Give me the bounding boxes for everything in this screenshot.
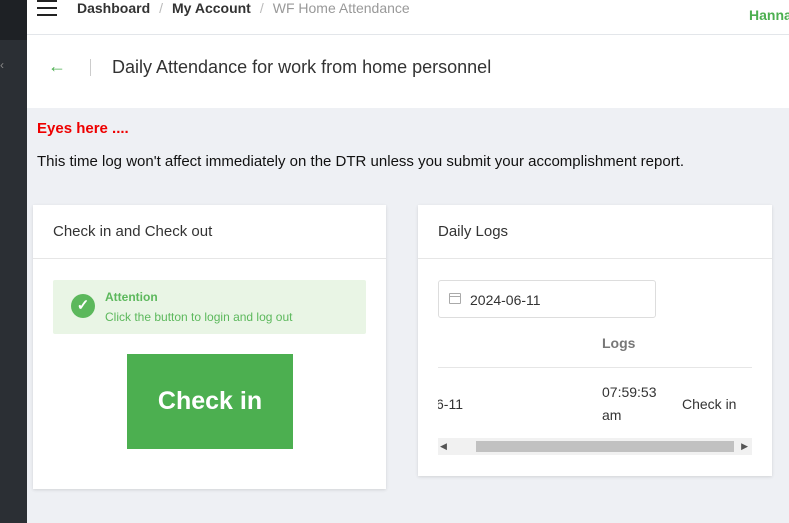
attention-alert: ✓ Attention Click the button to login an… bbox=[53, 280, 366, 334]
user-menu[interactable]: Hanna bbox=[749, 7, 789, 23]
page-header: ← Daily Attendance for work from home pe… bbox=[27, 35, 789, 108]
hamburger-icon[interactable] bbox=[37, 0, 57, 16]
page-title: Daily Attendance for work from home pers… bbox=[112, 57, 492, 77]
logs-table: te Logs 24-06-11 07:59:53 am Check in bbox=[438, 333, 752, 443]
alert-text: Click the button to login and log out bbox=[105, 310, 293, 324]
date-picker-input[interactable]: 2024-06-11 bbox=[438, 280, 656, 318]
checkin-card: Check in and Check out ✓ Attention Click… bbox=[33, 205, 386, 489]
breadcrumb-separator: / bbox=[159, 0, 164, 16]
notice-heading: Eyes here .... bbox=[37, 120, 129, 137]
scroll-left-icon[interactable]: ◀ bbox=[440, 441, 447, 452]
alert-title: Attention bbox=[105, 290, 158, 304]
chevron-icon[interactable]: ‹ bbox=[0, 58, 4, 72]
breadcrumb-my-account[interactable]: My Account bbox=[172, 0, 251, 16]
daily-logs-title: Daily Logs bbox=[418, 205, 772, 259]
scrollbar-thumb[interactable] bbox=[476, 441, 734, 452]
top-navbar: Dashboard / My Account / WF Home Attendance … bbox=[27, 0, 789, 35]
date-value: 2024-06-11 bbox=[470, 292, 541, 308]
breadcrumb-current: WF Home Attendance bbox=[272, 0, 410, 16]
breadcrumb-dashboard[interactable]: Dashboard bbox=[77, 0, 150, 16]
table-divider bbox=[438, 367, 752, 368]
calendar-icon bbox=[449, 293, 461, 304]
breadcrumb-separator: / bbox=[259, 0, 264, 16]
checkin-card-title: Check in and Check out bbox=[33, 205, 386, 259]
log-time-cell: 07:59:53 am bbox=[602, 384, 657, 423]
scroll-right-icon[interactable]: ▶ bbox=[741, 441, 748, 452]
divider bbox=[90, 59, 91, 76]
back-arrow-icon[interactable]: ← bbox=[48, 56, 66, 77]
column-header-logs: Logs bbox=[602, 335, 636, 351]
sidebar-header bbox=[0, 0, 27, 40]
log-date-cell: 24-06-11 bbox=[438, 396, 464, 412]
sidebar: ‹ bbox=[0, 0, 27, 523]
breadcrumb: Dashboard / My Account / WF Home Attendance bbox=[77, 0, 410, 16]
daily-logs-card: Daily Logs 2024-06-11 te Logs 24-06-11 0… bbox=[418, 205, 772, 476]
horizontal-scrollbar[interactable]: ◀ ▶ bbox=[438, 438, 752, 455]
log-type-cell: Check in bbox=[682, 396, 737, 412]
check-circle-icon: ✓ bbox=[71, 294, 95, 318]
notice-text: This time log won't affect immediately o… bbox=[37, 153, 685, 170]
check-in-button[interactable]: Check in bbox=[127, 354, 293, 449]
